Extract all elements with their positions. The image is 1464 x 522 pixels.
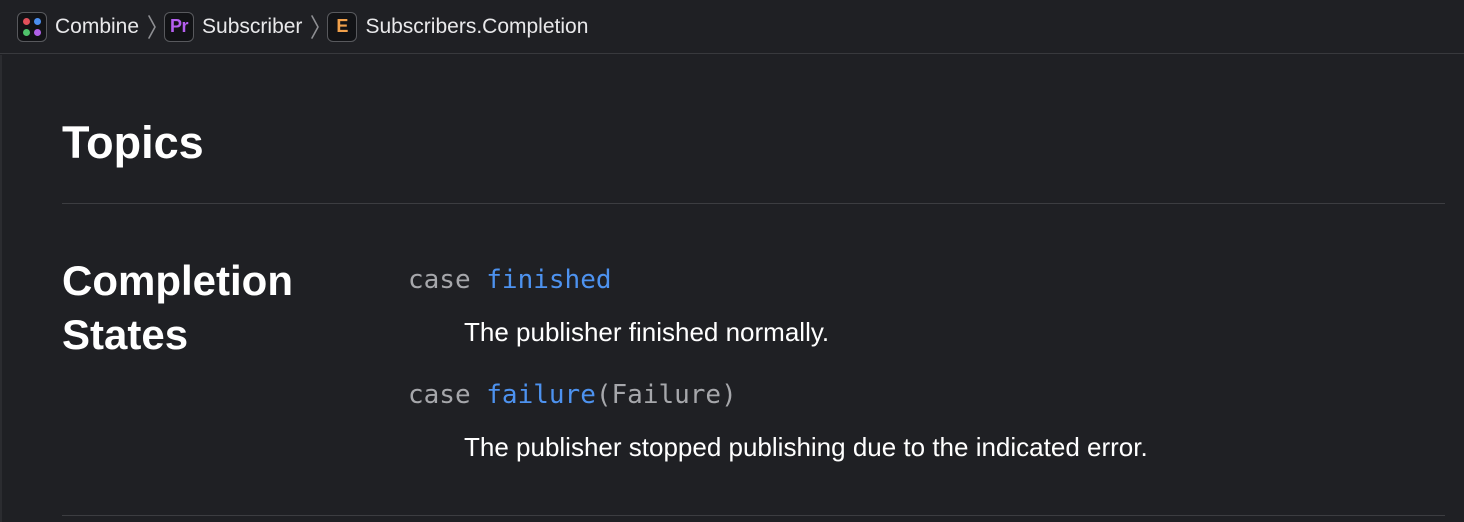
topic-link-finished[interactable]: finished bbox=[486, 265, 611, 295]
topic-declaration-finished: case finished bbox=[408, 264, 612, 296]
breadcrumb-bar: Combine Pr Subscriber E Subscribers.Comp… bbox=[0, 0, 1464, 54]
section-title-completion-states: Completion States bbox=[62, 257, 293, 358]
content-left-border bbox=[0, 55, 2, 522]
enum-icon: E bbox=[327, 11, 358, 42]
breadcrumb-label: Subscribers.Completion bbox=[365, 14, 589, 38]
protocol-icon: Pr bbox=[164, 11, 195, 42]
topic-link-failure[interactable]: failure bbox=[486, 380, 596, 410]
breadcrumb-item-subscribers-completion[interactable]: E Subscribers.Completion bbox=[327, 11, 588, 43]
topics-heading: Topics bbox=[62, 117, 204, 168]
topic-description-finished: The publisher finished normally. bbox=[464, 317, 830, 347]
topic-declaration-failure: case failure(Failure) bbox=[408, 379, 737, 411]
declaration-keyword: case bbox=[408, 380, 471, 410]
topic-description-failure: The publisher stopped publishing due to … bbox=[464, 432, 1148, 462]
combine-framework-icon bbox=[17, 11, 47, 42]
breadcrumb-item-subscriber[interactable]: Pr Subscriber bbox=[164, 11, 302, 43]
declaration-keyword: case bbox=[408, 265, 471, 295]
chevron-right-icon bbox=[148, 14, 156, 39]
chevron-right-icon bbox=[311, 14, 320, 39]
declaration-suffix: (Failure) bbox=[595, 380, 737, 410]
breadcrumb-label: Combine bbox=[55, 14, 140, 38]
topics-divider bbox=[62, 203, 1445, 204]
breadcrumb-item-combine[interactable]: Combine bbox=[17, 11, 139, 43]
section-divider bbox=[62, 515, 1445, 516]
breadcrumb-label: Subscriber bbox=[202, 14, 303, 38]
